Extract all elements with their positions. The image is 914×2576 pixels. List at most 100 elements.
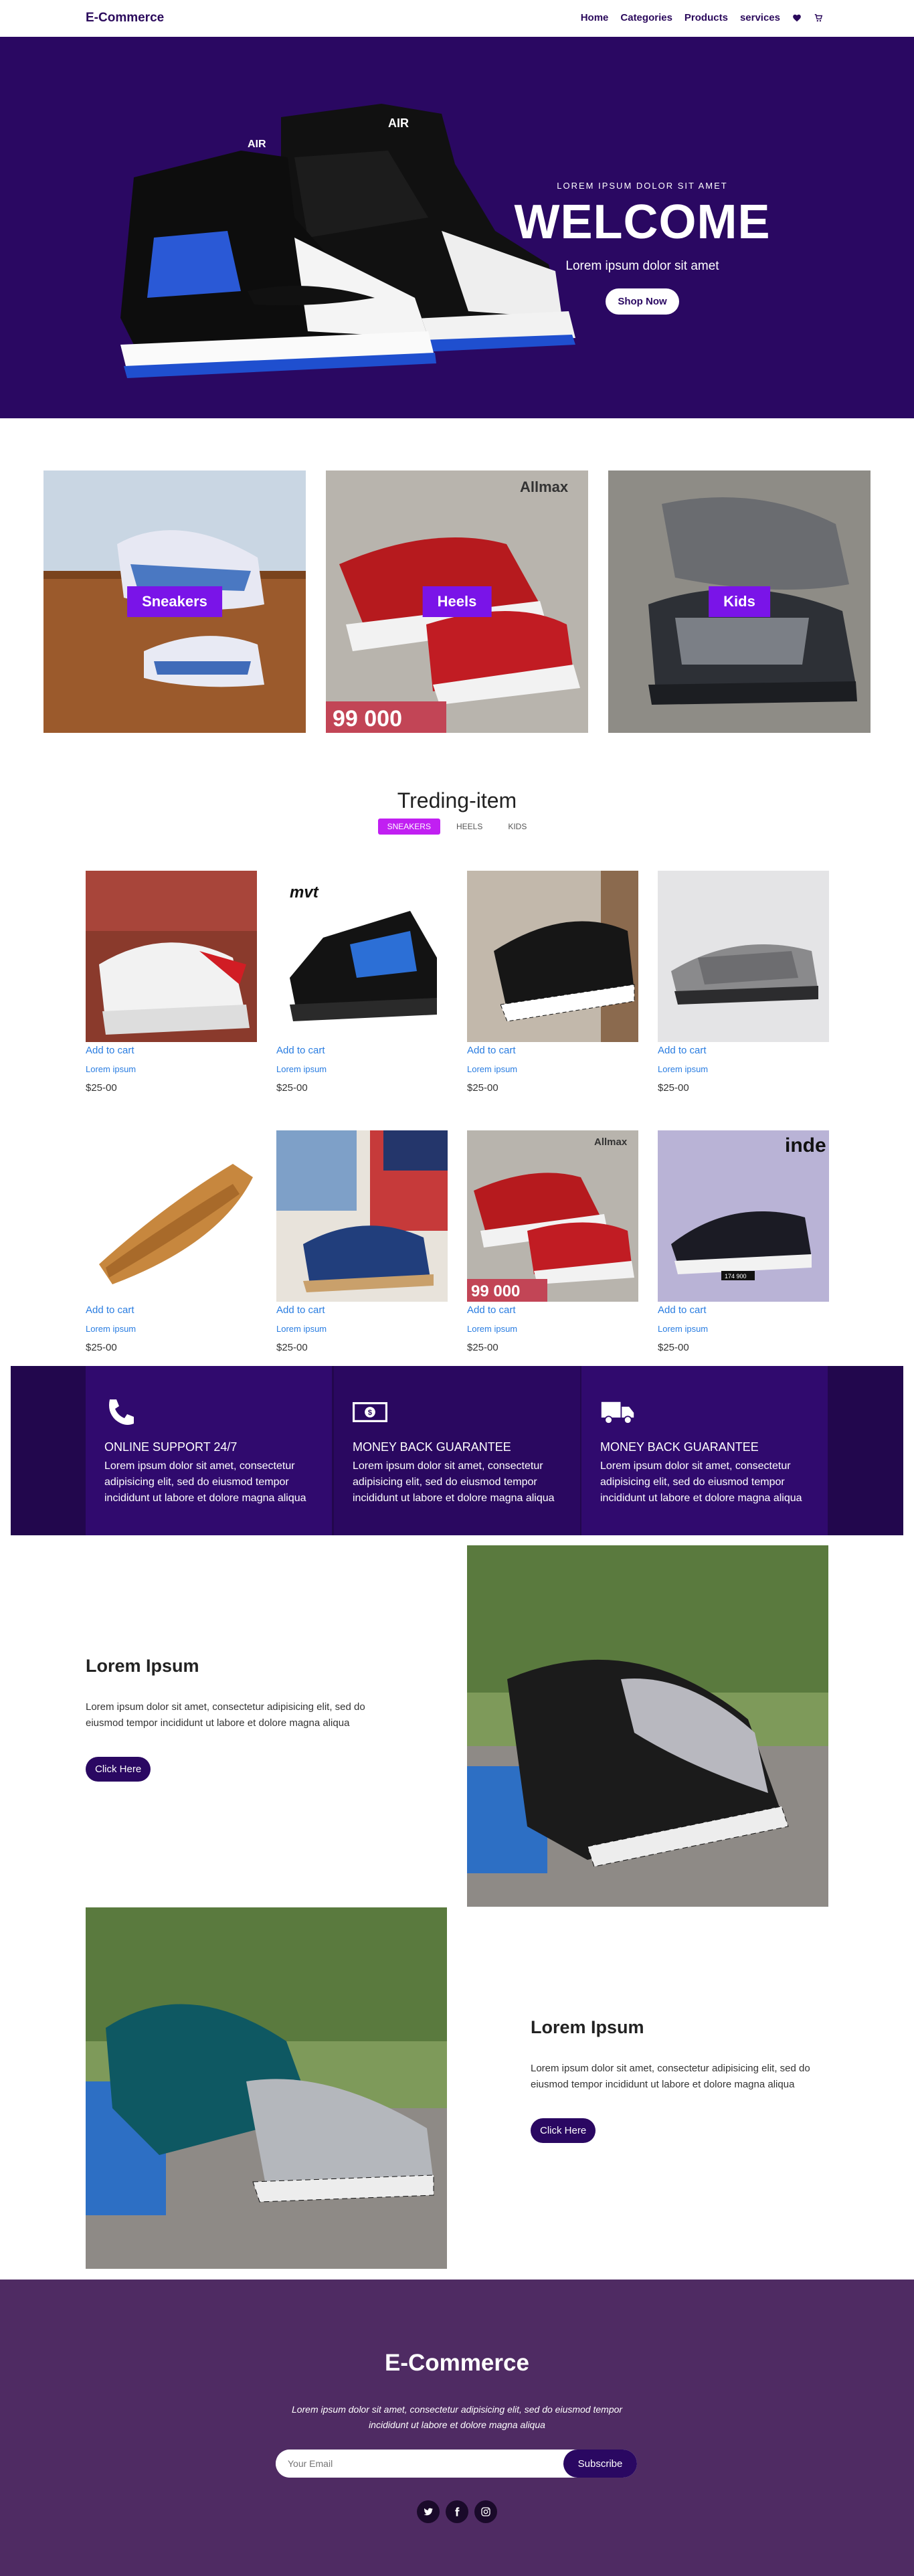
footer-title: E-Commerce: [385, 2350, 529, 2376]
nav-services[interactable]: services: [740, 12, 780, 23]
product-image[interactable]: [86, 1130, 257, 1302]
product-card: Add to cart Lorem ipsum $25-00: [86, 1130, 257, 1353]
product-card: Add to cart Lorem ipsum $25-00: [86, 871, 257, 1094]
footer: E-Commerce Lorem ipsum dolor sit amet, c…: [0, 2280, 914, 2576]
brand-badge: Allmax: [520, 479, 569, 495]
product-name[interactable]: Lorem ipsum: [276, 1324, 448, 1334]
about-block-1: Lorem Ipsum Lorem ipsum dolor sit amet, …: [86, 1656, 393, 1782]
product-image[interactable]: [467, 871, 638, 1042]
trending-title: Treding-item: [397, 788, 517, 812]
click-here-button[interactable]: Click Here: [86, 1757, 151, 1782]
product-price: $25-00: [658, 1082, 689, 1094]
add-to-cart-link[interactable]: Add to cart: [658, 1304, 829, 1316]
brand-logo[interactable]: E-Commerce: [86, 11, 164, 25]
category-card-sneakers[interactable]: Sneakers: [43, 470, 306, 733]
about-title: Lorem Ipsum: [86, 1656, 199, 1676]
features-strip: ONLINE SUPPORT 24/7 Lorem ipsum dolor si…: [11, 1366, 903, 1535]
money-icon: $: [353, 1402, 387, 1422]
add-to-cart-link[interactable]: Add to cart: [658, 1045, 829, 1056]
feature-title: MONEY BACK GUARANTEE: [353, 1440, 511, 1454]
add-to-cart-link[interactable]: Add to cart: [467, 1304, 638, 1316]
facebook-icon[interactable]: [446, 2500, 468, 2523]
add-to-cart-link[interactable]: Add to cart: [86, 1304, 257, 1316]
feature-title: ONLINE SUPPORT 24/7: [104, 1440, 238, 1454]
feature-money-back: $ MONEY BACK GUARANTEE Lorem ipsum dolor…: [334, 1366, 580, 1535]
product-name[interactable]: Lorem ipsum: [86, 1064, 257, 1074]
price-tag: 174 900: [725, 1273, 747, 1280]
feature-support: ONLINE SUPPORT 24/7 Lorem ipsum dolor si…: [86, 1366, 332, 1535]
product-name[interactable]: Lorem ipsum: [467, 1064, 638, 1074]
tab-heels[interactable]: HEELS: [447, 819, 492, 835]
feature-shipping: MONEY BACK GUARANTEE Lorem ipsum dolor s…: [581, 1366, 828, 1535]
svg-text:$: $: [368, 1409, 372, 1417]
brand-logo-text: mvt: [290, 883, 319, 901]
product-image[interactable]: [86, 871, 257, 1042]
product-name[interactable]: Lorem ipsum: [658, 1324, 829, 1334]
category-label: Heels: [422, 586, 492, 617]
shoe-logo-text: AIR: [388, 116, 409, 130]
category-card-kids[interactable]: Kids: [608, 470, 871, 733]
product-card: mvt Add to cart Lorem ipsum $25-00: [276, 871, 448, 1094]
shop-now-button[interactable]: Shop Now: [606, 288, 679, 315]
add-to-cart-link[interactable]: Add to cart: [276, 1045, 448, 1056]
tab-kids[interactable]: KIDS: [498, 819, 536, 835]
email-input[interactable]: [276, 2450, 563, 2478]
feature-text: Lorem ipsum dolor sit amet, consectetur …: [600, 1460, 802, 1504]
add-to-cart-link[interactable]: Add to cart: [276, 1304, 448, 1316]
product-name[interactable]: Lorem ipsum: [86, 1324, 257, 1334]
product-price: $25-00: [276, 1082, 308, 1094]
product-card: Add to cart Lorem ipsum $25-00: [467, 871, 638, 1094]
product-card: Add to cart Lorem ipsum $25-00: [658, 871, 829, 1094]
hero-kicker: LOREM IPSUM DOLOR SIT AMET: [557, 181, 728, 191]
twitter-icon[interactable]: [417, 2500, 440, 2523]
subscribe-form: Subscribe: [276, 2450, 637, 2478]
about-block-2: Lorem Ipsum Lorem ipsum dolor sit amet, …: [531, 2017, 838, 2143]
phone-icon: [109, 1399, 134, 1425]
about-image-1: [467, 1545, 828, 1907]
click-here-button[interactable]: Click Here: [531, 2118, 596, 2143]
brand-badge: Allmax: [594, 1136, 628, 1148]
hero-text-block: LOREM IPSUM DOLOR SIT AMET WELCOME Lorem…: [509, 181, 776, 315]
shoe-logo-text-front: AIR: [248, 139, 266, 150]
product-name[interactable]: Lorem ipsum: [467, 1324, 638, 1334]
product-image[interactable]: mvt: [276, 871, 448, 1042]
product-card: inde 174 900 Add to cart Lorem ipsum $25-…: [658, 1130, 829, 1353]
about-text: Lorem ipsum dolor sit amet, consectetur …: [531, 2063, 810, 2090]
nav-home[interactable]: Home: [581, 12, 609, 23]
product-card: 99 000 Allmax Add to cart Lorem ipsum $25…: [467, 1130, 638, 1353]
category-label: Kids: [709, 586, 770, 617]
product-price: $25-00: [467, 1082, 498, 1094]
nav-categories[interactable]: Categories: [620, 12, 672, 23]
nav-links: Home Categories Products services: [581, 12, 823, 23]
product-image[interactable]: [658, 871, 829, 1042]
social-links: [0, 2500, 914, 2523]
hero-subtitle: Lorem ipsum dolor sit amet: [565, 259, 719, 273]
about-image-2: [86, 1907, 447, 2269]
add-to-cart-link[interactable]: Add to cart: [467, 1045, 638, 1056]
product-image[interactable]: 99 000 Allmax: [467, 1130, 638, 1302]
instagram-icon[interactable]: [474, 2500, 497, 2523]
about-text: Lorem ipsum dolor sit amet, consectetur …: [86, 1701, 365, 1729]
product-name[interactable]: Lorem ipsum: [276, 1064, 448, 1074]
product-image[interactable]: inde 174 900: [658, 1130, 829, 1302]
product-image[interactable]: [276, 1130, 448, 1302]
add-to-cart-link[interactable]: Add to cart: [86, 1045, 257, 1056]
subscribe-button[interactable]: Subscribe: [563, 2450, 637, 2478]
feature-text: Lorem ipsum dolor sit amet, consectetur …: [104, 1460, 306, 1504]
nav-products[interactable]: Products: [684, 12, 728, 23]
product-name[interactable]: Lorem ipsum: [658, 1064, 829, 1074]
cart-icon[interactable]: [814, 13, 823, 23]
category-label: Sneakers: [127, 586, 222, 617]
feature-title: MONEY BACK GUARANTEE: [600, 1440, 759, 1454]
product-price: $25-00: [86, 1082, 117, 1094]
about-title: Lorem Ipsum: [531, 2017, 644, 2037]
tab-sneakers[interactable]: SNEAKERS: [377, 819, 440, 835]
product-price: $25-00: [86, 1342, 117, 1353]
footer-text: Lorem ipsum dolor sit amet, consectetur …: [291, 2404, 623, 2430]
product-card: Add to cart Lorem ipsum $25-00: [276, 1130, 448, 1353]
feature-text: Lorem ipsum dolor sit amet, consectetur …: [353, 1460, 555, 1504]
heart-icon[interactable]: [792, 13, 802, 23]
category-card-heels[interactable]: 99 000 Allmax Heels: [326, 470, 588, 733]
hero-banner: AIR AIR LOREM IPSUM DOLOR SIT AMET WELCO…: [0, 37, 914, 418]
product-price: $25-00: [658, 1342, 689, 1353]
